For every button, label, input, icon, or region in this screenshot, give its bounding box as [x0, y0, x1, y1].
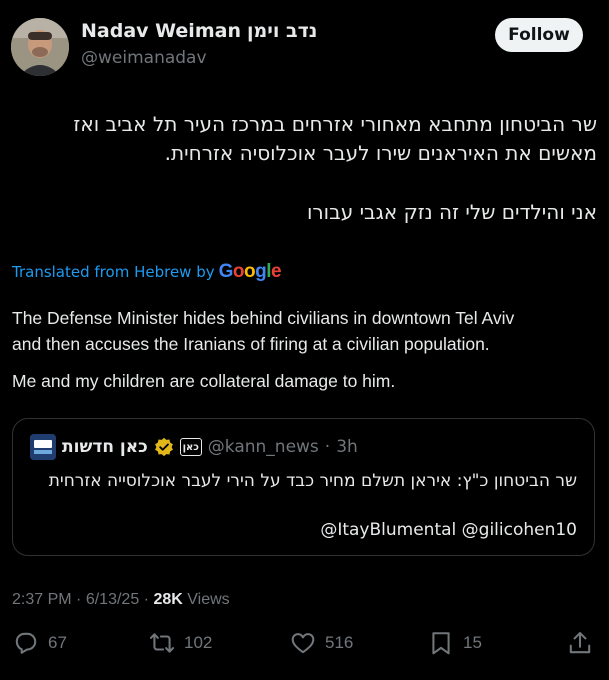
bookmark-button[interactable]: 15: [428, 630, 482, 656]
author-name-hebrew[interactable]: נדב וימן: [247, 20, 317, 42]
quoted-post-text: שר הביטחון כ"ץ: איראן תשלם מחיר כבד על ה…: [48, 471, 577, 491]
post-meta: 2:37 PM · 6/13/25 · 28K Views: [12, 591, 230, 609]
post-hebrew-line-3: אני והילדים שלי זה נזק אגבי עבורו: [306, 200, 597, 224]
repost-count: 102: [184, 633, 213, 652]
follow-button[interactable]: Follow: [495, 18, 583, 52]
post-english-line-3: Me and my children are collateral damage…: [12, 371, 396, 391]
post-time[interactable]: 2:37 PM: [12, 591, 72, 608]
post-hebrew-line-1: שר הביטחון מתחבא מאחורי אזרחים במרכז העי…: [73, 112, 597, 136]
views-label: Views: [187, 591, 230, 608]
verified-badge-icon: [154, 437, 173, 457]
author-handle[interactable]: @weimanadav: [81, 48, 207, 68]
reply-icon: [15, 632, 37, 654]
kan-affiliate-badge: כאן: [179, 438, 202, 456]
translation-attribution[interactable]: Translated from Hebrew by Google: [12, 261, 282, 283]
quoted-author-handle: @kann_news: [207, 437, 319, 457]
post-english-line-2: and then accuses the Iranians of firing …: [12, 334, 490, 354]
share-icon: [569, 632, 591, 654]
action-bar: 67 102 516 15: [0, 630, 609, 666]
author-name[interactable]: Nadav Weiman: [81, 20, 241, 42]
author-avatar[interactable]: [11, 18, 69, 76]
post-date[interactable]: 6/13/25: [86, 591, 139, 608]
repost-icon: [149, 633, 175, 653]
repost-button[interactable]: 102: [149, 630, 212, 656]
views-count: 28K: [153, 591, 183, 608]
quoted-post-mentions[interactable]: @ItayBlumental @gilicohen10: [320, 520, 577, 540]
google-logo: Google: [218, 261, 282, 282]
translated-label: Translated from Hebrew by: [12, 263, 215, 281]
quoted-post-header: כאן חדשות כאן @kann_news · 3h: [30, 434, 358, 460]
quoted-separator: ·: [324, 437, 331, 457]
author-name-row[interactable]: Nadav Weiman נדב וימן: [81, 20, 317, 42]
reply-count: 67: [48, 633, 67, 652]
reply-button[interactable]: 67: [13, 630, 67, 656]
avatar-photo: [11, 18, 69, 76]
quoted-author-name: כאן חדשות: [62, 437, 148, 457]
post-hebrew-line-2: מאשים את האיראנים שירו לעבר אוכלוסיה אזר…: [164, 141, 597, 165]
post-english-line-1: The Defense Minister hides behind civili…: [12, 308, 515, 328]
like-icon: [291, 633, 315, 654]
bookmark-icon: [432, 632, 450, 655]
quoted-post-card[interactable]: כאן חדשות כאן @kann_news · 3h שר הביטחון…: [12, 418, 595, 556]
bookmark-count: 15: [463, 633, 482, 652]
like-button[interactable]: 516: [290, 630, 353, 656]
like-count: 516: [325, 633, 354, 652]
kan-news-avatar: [30, 434, 56, 460]
share-button[interactable]: [567, 630, 593, 656]
meta-separator-2: ·: [143, 591, 149, 608]
meta-separator: ·: [76, 591, 82, 608]
quoted-timestamp: 3h: [336, 437, 358, 457]
